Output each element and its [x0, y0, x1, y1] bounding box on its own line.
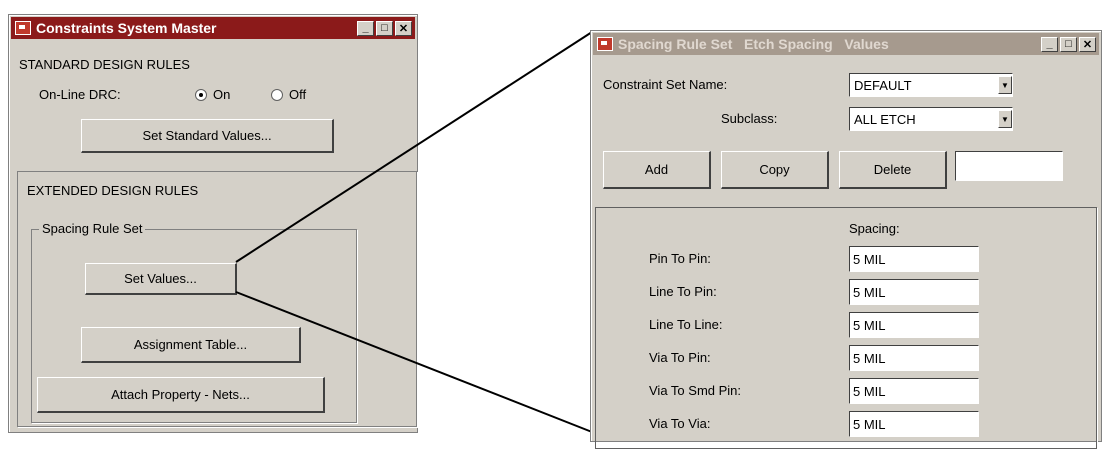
- extended-rules-header: EXTENDED DESIGN RULES: [27, 183, 199, 198]
- via-to-via-field[interactable]: 5 MIL: [849, 411, 979, 437]
- drc-on-radio[interactable]: [195, 89, 207, 101]
- row-label-via-to-smd-pin: Via To Smd Pin:: [649, 383, 742, 398]
- subclass-select[interactable]: ALL ETCH ▼: [849, 107, 1013, 131]
- via-to-smd-pin-field[interactable]: 5 MIL: [849, 378, 979, 404]
- close-icon[interactable]: ✕: [1079, 36, 1096, 52]
- online-drc-label: On-Line DRC:: [39, 87, 121, 102]
- set-values-button[interactable]: Set Values...: [85, 263, 237, 295]
- subclass-label: Subclass:: [721, 111, 778, 126]
- set-standard-values-button[interactable]: Set Standard Values...: [81, 119, 334, 153]
- app-icon: [597, 37, 613, 51]
- title-bar[interactable]: Spacing Rule Set Etch Spacing Values _ □…: [593, 33, 1099, 55]
- close-icon[interactable]: ✕: [395, 20, 412, 36]
- delete-name-input[interactable]: [955, 151, 1063, 181]
- window-title: Constraints System Master: [36, 20, 217, 36]
- delete-button[interactable]: Delete: [839, 151, 947, 189]
- copy-button[interactable]: Copy: [721, 151, 829, 189]
- standard-rules-header: STANDARD DESIGN RULES: [19, 57, 190, 72]
- window-title: Spacing Rule Set Etch Spacing Values: [618, 36, 889, 52]
- row-label-via-to-pin: Via To Pin:: [649, 350, 711, 365]
- row-label-line-to-line: Line To Line:: [649, 317, 723, 332]
- minimize-icon[interactable]: _: [357, 20, 374, 36]
- subclass-value: ALL ETCH: [854, 111, 916, 127]
- row-label-line-to-pin: Line To Pin:: [649, 284, 717, 299]
- assignment-table-button[interactable]: Assignment Table...: [81, 327, 301, 363]
- row-label-pin-to-pin: Pin To Pin:: [649, 251, 711, 266]
- drc-on-label: On: [213, 87, 231, 102]
- line-to-line-field[interactable]: 5 MIL: [849, 312, 979, 338]
- drc-off-radio[interactable]: [271, 89, 283, 101]
- constraint-set-select[interactable]: DEFAULT ▼: [849, 73, 1013, 97]
- row-label-via-to-via: Via To Via:: [649, 416, 711, 431]
- title-bar[interactable]: Constraints System Master _ □ ✕: [11, 17, 415, 39]
- spacing-rule-set-window: Spacing Rule Set Etch Spacing Values _ □…: [590, 30, 1102, 449]
- app-icon: [15, 21, 31, 35]
- add-button[interactable]: Add: [603, 151, 711, 189]
- via-to-pin-field[interactable]: 5 MIL: [849, 345, 979, 371]
- spacing-column-header: Spacing:: [849, 221, 900, 236]
- constraints-system-master-window: Constraints System Master _ □ ✕ STANDARD…: [8, 14, 418, 433]
- line-to-pin-field[interactable]: 5 MIL: [849, 279, 979, 305]
- maximize-icon[interactable]: □: [376, 20, 393, 36]
- attach-property-nets-button[interactable]: Attach Property - Nets...: [37, 377, 325, 413]
- constraint-set-name-label: Constraint Set Name:: [603, 77, 728, 92]
- pin-to-pin-field[interactable]: 5 MIL: [849, 246, 979, 272]
- chevron-down-icon[interactable]: ▼: [998, 76, 1012, 94]
- maximize-icon[interactable]: □: [1060, 36, 1077, 52]
- drc-off-label: Off: [289, 87, 307, 102]
- constraint-set-value: DEFAULT: [854, 77, 912, 93]
- chevron-down-icon[interactable]: ▼: [998, 110, 1012, 128]
- minimize-icon[interactable]: _: [1041, 36, 1058, 52]
- spacing-group-label: Spacing Rule Set: [39, 221, 146, 236]
